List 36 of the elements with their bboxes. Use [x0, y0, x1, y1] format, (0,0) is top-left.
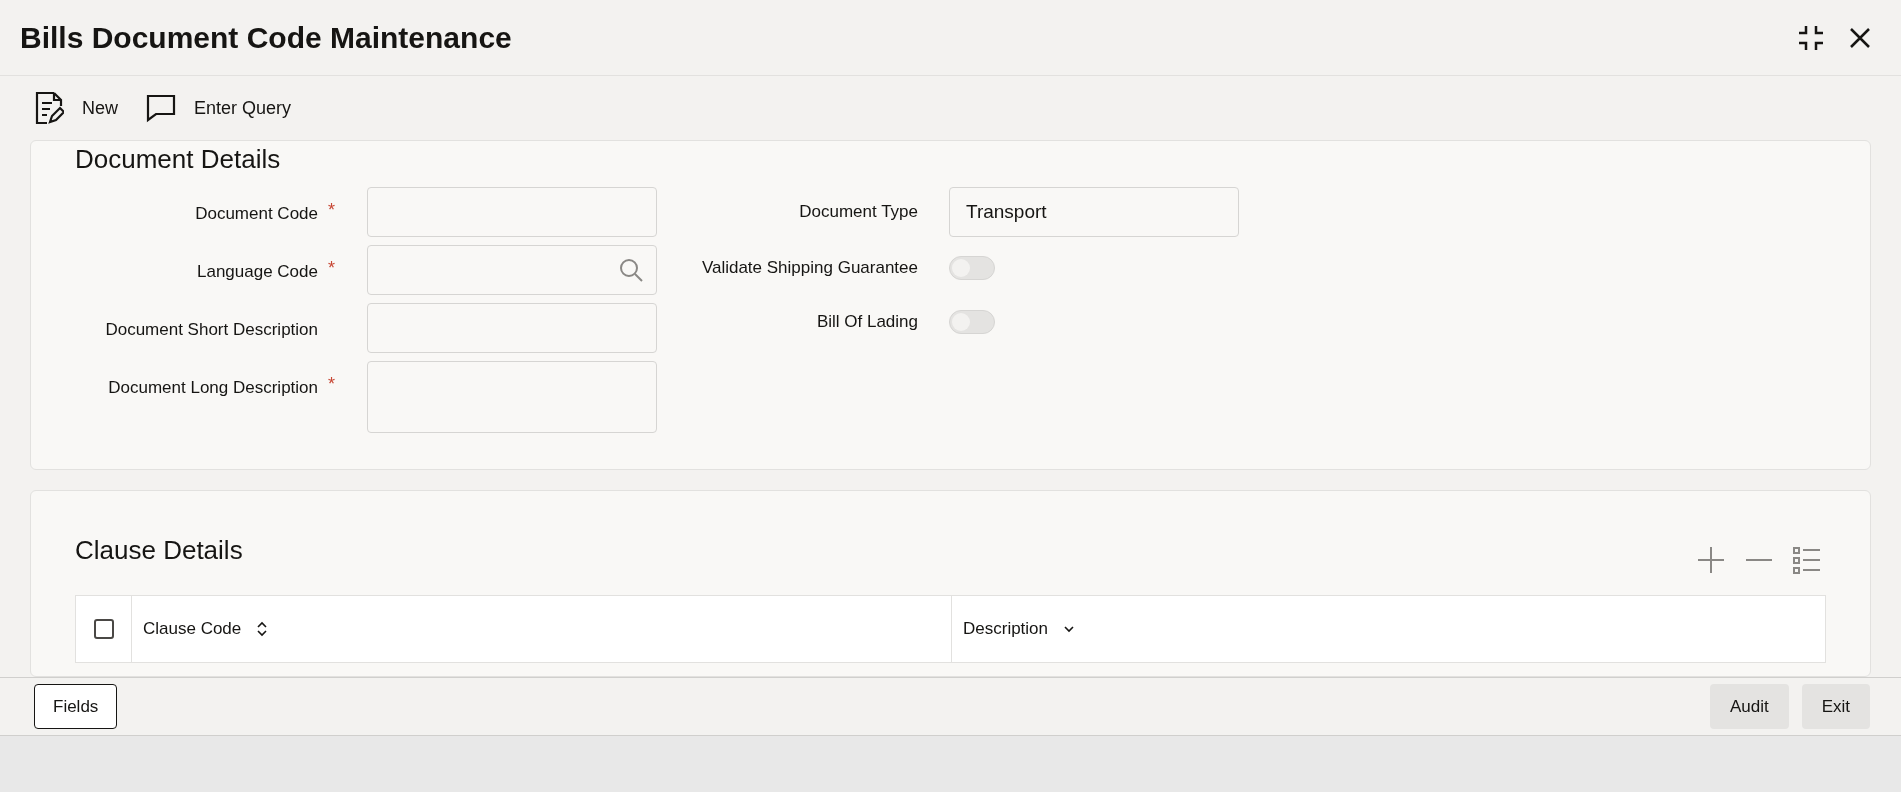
fields-button[interactable]: Fields: [34, 684, 118, 729]
field-label: Document Long Description: [107, 377, 318, 399]
column-header[interactable]: Clause Code: [143, 616, 242, 642]
speech-bubble-icon: [146, 93, 176, 123]
document-edit-icon: [34, 91, 64, 125]
toggle-switch[interactable]: [949, 310, 995, 334]
sort-icon[interactable]: [255, 620, 270, 638]
field-label: Document Type: [798, 201, 918, 224]
field-label: Document Short Description: [104, 319, 318, 341]
list-icon[interactable]: [1792, 545, 1822, 575]
required-asterisk: *: [328, 258, 335, 278]
close-icon[interactable]: [1849, 26, 1871, 49]
input-field[interactable]: [367, 187, 657, 237]
new-button[interactable]: New: [34, 91, 118, 125]
input-field[interactable]: Transport: [949, 187, 1239, 237]
exit-button[interactable]: Exit: [1801, 684, 1870, 729]
search-icon[interactable]: [618, 257, 644, 283]
input-field[interactable]: [367, 245, 657, 295]
add-icon[interactable]: [1696, 545, 1726, 575]
caret-icon[interactable]: [1062, 624, 1077, 634]
field-label: Bill Of Lading: [815, 311, 918, 334]
section-heading: Document Details: [75, 143, 282, 175]
audit-button[interactable]: Audit: [1709, 684, 1789, 729]
field-label: Validate Shipping Guarantee: [700, 257, 918, 280]
select-all-checkbox[interactable]: [93, 619, 114, 639]
column-header[interactable]: Description: [963, 616, 1049, 642]
field-label: Document Code: [194, 203, 318, 225]
window-title: Bills Document Code Maintenance: [20, 20, 512, 56]
input-field[interactable]: [367, 303, 657, 353]
required-asterisk: *: [328, 200, 335, 220]
required-asterisk: *: [328, 374, 335, 394]
section-heading: Clause Details: [75, 533, 243, 567]
field-label: Language Code: [196, 261, 318, 283]
collapse-icon[interactable]: [1797, 23, 1825, 52]
toggle-switch[interactable]: [949, 256, 995, 280]
enter-query-button[interactable]: Enter Query: [146, 93, 292, 123]
